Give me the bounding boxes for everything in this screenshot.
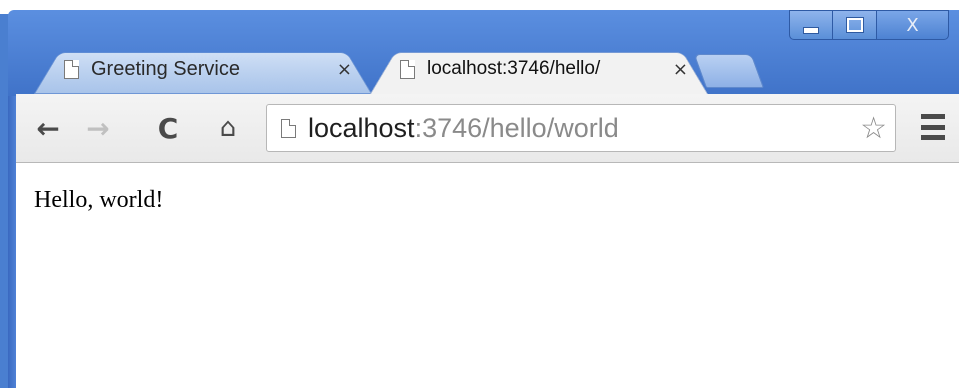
address-url[interactable]: localhost:3746/hello/world bbox=[308, 113, 619, 144]
reload-button[interactable]: C bbox=[148, 110, 188, 146]
tab-close-button[interactable]: × bbox=[673, 59, 688, 80]
page-icon bbox=[64, 59, 79, 79]
tab-greeting-service[interactable]: Greeting Service × bbox=[34, 44, 372, 94]
url-path: :3746/hello/world bbox=[414, 112, 619, 143]
menu-icon-bar bbox=[921, 135, 945, 140]
url-host: localhost bbox=[308, 112, 415, 143]
tab-strip: Greeting Service × localhost:3746/hello/… bbox=[16, 44, 959, 94]
browser-toolbar: ← → C ⌂ localhost:3746/hello/world ☆ bbox=[16, 94, 959, 163]
new-tab-shape bbox=[693, 54, 764, 88]
back-button[interactable]: ← bbox=[28, 110, 68, 146]
page-body-text: Hello, world! bbox=[34, 187, 164, 213]
menu-button[interactable] bbox=[921, 114, 945, 140]
back-arrow-icon: ← bbox=[36, 111, 60, 145]
tab-close-button[interactable]: × bbox=[337, 59, 352, 80]
menu-icon-bar bbox=[921, 124, 945, 130]
bookmark-star-icon[interactable]: ☆ bbox=[860, 111, 887, 146]
page-content: Hello, world! bbox=[16, 163, 959, 388]
window-frame-left bbox=[8, 96, 16, 388]
close-window-button[interactable]: X bbox=[877, 10, 949, 40]
window-controls: X bbox=[789, 10, 949, 42]
maximize-button[interactable] bbox=[833, 10, 877, 40]
menu-icon-bar bbox=[921, 114, 945, 119]
forward-button[interactable]: → bbox=[78, 110, 118, 146]
page-icon bbox=[281, 118, 296, 138]
address-bar[interactable]: localhost:3746/hello/world ☆ bbox=[266, 104, 896, 152]
close-icon: X bbox=[906, 14, 919, 36]
tab-label: Greeting Service bbox=[91, 57, 240, 80]
tab-localhost[interactable]: localhost:3746/hello/ × bbox=[370, 44, 708, 94]
tab-label: localhost:3746/hello/ bbox=[427, 58, 601, 79]
reload-icon: C bbox=[157, 111, 179, 145]
new-tab-button[interactable] bbox=[693, 54, 764, 88]
minimize-icon bbox=[803, 26, 819, 34]
minimize-button[interactable] bbox=[789, 10, 833, 40]
browser-window: X Greeting Service × localhost:3746/hell… bbox=[0, 0, 959, 388]
maximize-icon bbox=[845, 17, 864, 33]
page-icon bbox=[400, 59, 415, 79]
home-icon: ⌂ bbox=[219, 113, 237, 143]
forward-arrow-icon: → bbox=[86, 111, 110, 145]
home-button[interactable]: ⌂ bbox=[208, 110, 248, 146]
